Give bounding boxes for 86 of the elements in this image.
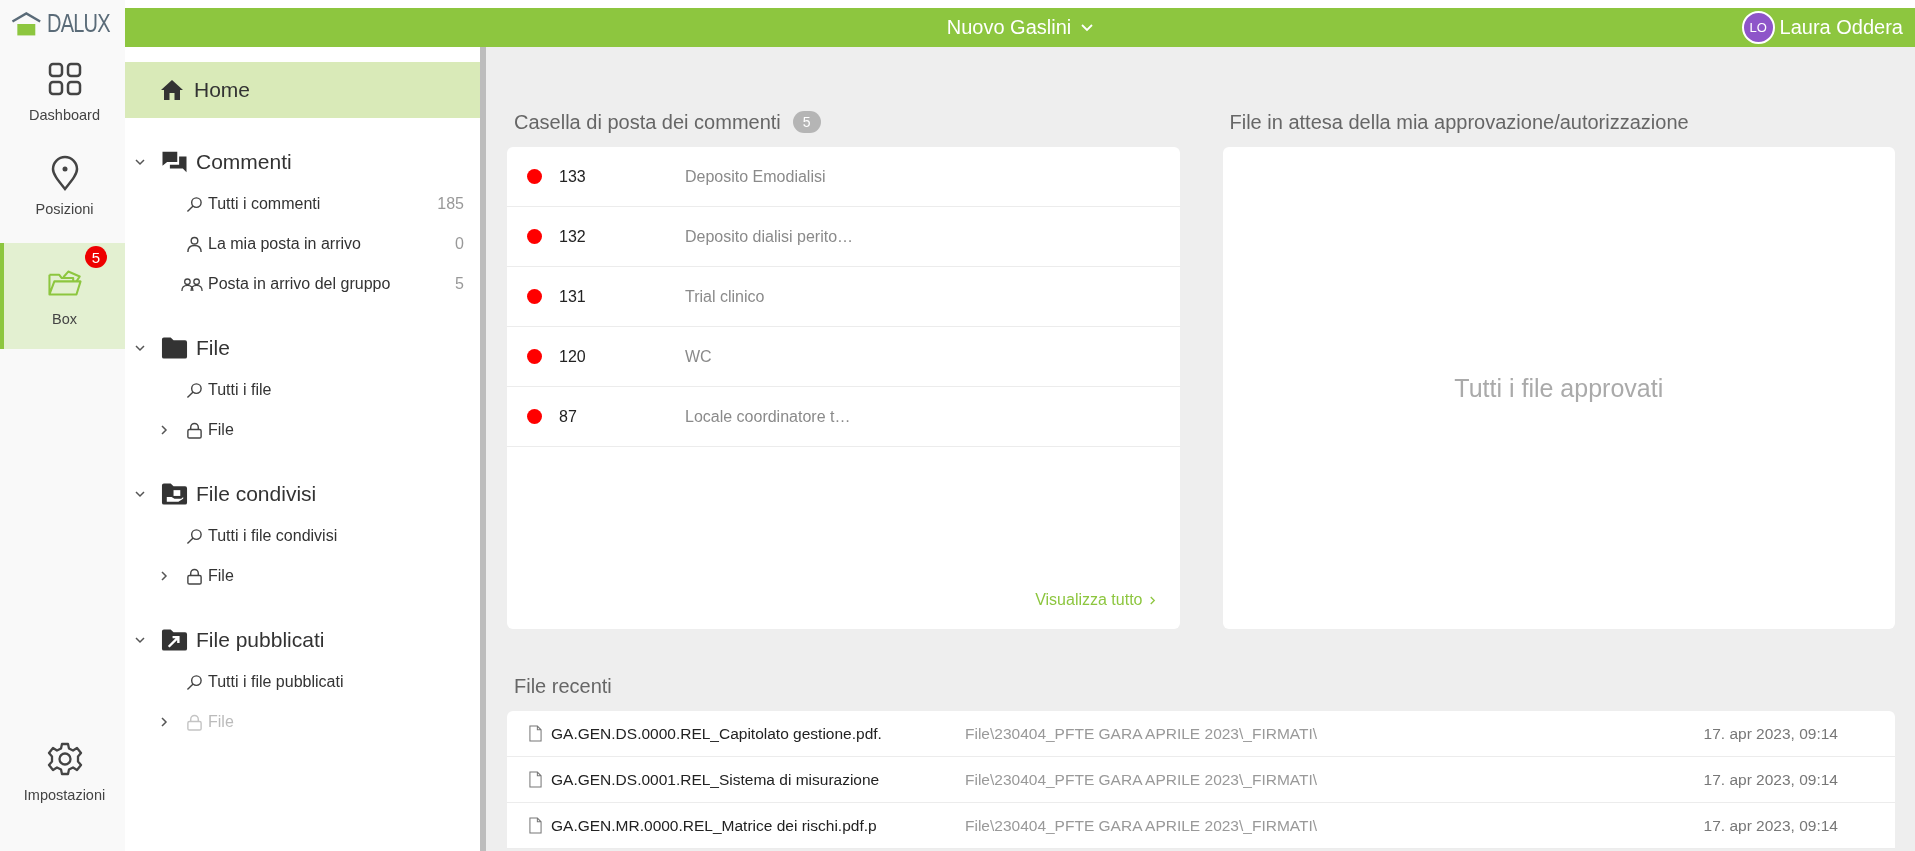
comments-icon	[161, 150, 188, 174]
nav-item[interactable]: Posta in arrivo del gruppo 5	[125, 264, 480, 304]
search-icon	[186, 527, 203, 545]
file-date: 17. apr 2023, 09:14	[1703, 724, 1838, 743]
lock-icon	[186, 567, 203, 585]
comment-number: 120	[559, 347, 587, 366]
file-name: GA.GEN.DS.0001.REL_Sistema di misurazione	[551, 770, 881, 789]
comment-title: Trial clinico	[685, 287, 765, 306]
rail-label: Dashboard	[29, 107, 100, 123]
comment-title: Deposito Emodialisi	[685, 167, 826, 186]
comment-row[interactable]: 131 Trial clinico	[507, 267, 1180, 327]
file-name: GA.GEN.DS.0000.REL_Capitolato gestione.pdf.	[551, 724, 883, 743]
count-badge: 5	[792, 111, 821, 133]
file-path: File\230404_PFTE GARA APRILE 2023\_FIRMATI\	[965, 816, 1318, 835]
comment-number: 132	[559, 227, 587, 246]
file-path: File\230404_PFTE GARA APRILE 2023\_FIRMATI\	[965, 770, 1318, 789]
section-title: File recenti	[513, 674, 612, 699]
user-avatar[interactable]: LO	[1741, 11, 1775, 44]
document-icon	[529, 725, 542, 742]
settings-icon	[46, 741, 83, 777]
status-dot	[527, 349, 542, 364]
comment-row[interactable]: 132 Deposito dialisi perito…	[507, 207, 1180, 267]
card-title: Casella di posta dei commenti	[514, 110, 781, 134]
file-path: File\230404_PFTE GARA APRILE 2023\_FIRMATI\	[965, 724, 1318, 743]
search-icon	[186, 195, 203, 213]
settings-nav-item[interactable]: Impostazioni	[0, 727, 125, 821]
nav-item[interactable]: Tutti i file	[125, 370, 480, 410]
nav-item[interactable]: Tutti i file pubblicati	[125, 662, 480, 702]
file-date: 17. apr 2023, 09:14	[1703, 770, 1838, 789]
shared-folder-icon	[161, 482, 188, 506]
status-dot	[527, 409, 542, 424]
comment-number: 133	[559, 167, 587, 186]
nav-item[interactable]: Tutti i commenti 185	[125, 184, 480, 224]
comment-number: 131	[559, 287, 587, 306]
file-date: 17. apr 2023, 09:14	[1703, 816, 1838, 835]
document-icon	[529, 771, 542, 788]
logo-text: DALUX	[46, 9, 110, 38]
caret-icon	[1081, 23, 1094, 32]
comment-number: 87	[559, 407, 578, 426]
chevron-icon[interactable]	[134, 488, 146, 500]
rail-nav-item[interactable]: Dashboard	[0, 47, 125, 141]
home-nav-item[interactable]: Home	[125, 62, 480, 118]
status-dot	[527, 289, 542, 304]
nav-item[interactable]: File	[125, 556, 480, 596]
comment-title: Deposito dialisi perito…	[685, 227, 854, 246]
people-icon	[181, 275, 203, 293]
notification-badge: 5	[85, 246, 107, 268]
lock-icon	[186, 713, 203, 731]
home-icon	[160, 79, 184, 101]
search-icon	[186, 673, 203, 691]
rail-nav-item[interactable]: Posizioni	[0, 141, 125, 235]
chevron-icon[interactable]	[134, 634, 146, 646]
chevron-icon	[1148, 594, 1156, 606]
comment-title: WC	[685, 347, 712, 366]
search-icon	[186, 381, 203, 399]
nav-item[interactable]: Tutti i file condivisi	[125, 516, 480, 556]
rail-nav-item[interactable]: Box 5	[0, 243, 125, 349]
grid-icon	[46, 61, 83, 97]
comment-row[interactable]: 120 WC	[507, 327, 1180, 387]
rail-label: Impostazioni	[23, 787, 106, 803]
folder-icon	[161, 336, 188, 360]
chevron-icon[interactable]	[134, 342, 146, 354]
section-title[interactable]: Commenti	[196, 150, 292, 174]
empty-message: Tutti i file approvati	[1454, 373, 1664, 403]
file-row[interactable]: GA.GEN.DS.0001.REL_Sistema di misurazione File\230404_PFTE GARA APRILE 2023\_FIRMATI\ 17. apr 2023, 09:14	[507, 757, 1895, 803]
card-title: File in attesa della mia approvazione/autorizzazione	[1229, 110, 1689, 134]
nav-item[interactable]: File	[125, 410, 480, 450]
section-title[interactable]: File condivisi	[196, 482, 317, 506]
rail-label: Posizioni	[35, 201, 94, 217]
status-dot	[527, 229, 542, 244]
chevron-icon[interactable]	[134, 156, 146, 168]
status-dot	[527, 169, 542, 184]
section-title[interactable]: File	[196, 336, 230, 360]
nav-item[interactable]: La mia posta in arrivo 0	[125, 224, 480, 264]
lock-icon	[186, 421, 203, 439]
comment-title: Locale coordinatore t…	[685, 407, 851, 426]
document-icon	[529, 817, 542, 834]
comment-row[interactable]: 87 Locale coordinatore t…	[507, 387, 1180, 447]
file-row[interactable]: GA.GEN.MR.0000.REL_Matrice dei rischi.pdf.p File\230404_PFTE GARA APRILE 2023\_FIRMATI\ 17. apr 2023, 09:14	[507, 803, 1895, 849]
rail-label: Box	[52, 311, 77, 327]
person-icon	[186, 235, 203, 253]
comment-row[interactable]: 133 Deposito Emodialisi	[507, 147, 1180, 207]
file-row[interactable]: GA.GEN.DS.0000.REL_Capitolato gestione.pdf. File\230404_PFTE GARA APRILE 2023\_FIRMATI\ 17. apr 2023, 09:14	[507, 711, 1895, 757]
section-title[interactable]: File pubblicati	[196, 628, 325, 652]
file-name: GA.GEN.MR.0000.REL_Matrice dei rischi.pdf.p	[551, 816, 878, 835]
publish-folder-icon	[161, 628, 188, 652]
